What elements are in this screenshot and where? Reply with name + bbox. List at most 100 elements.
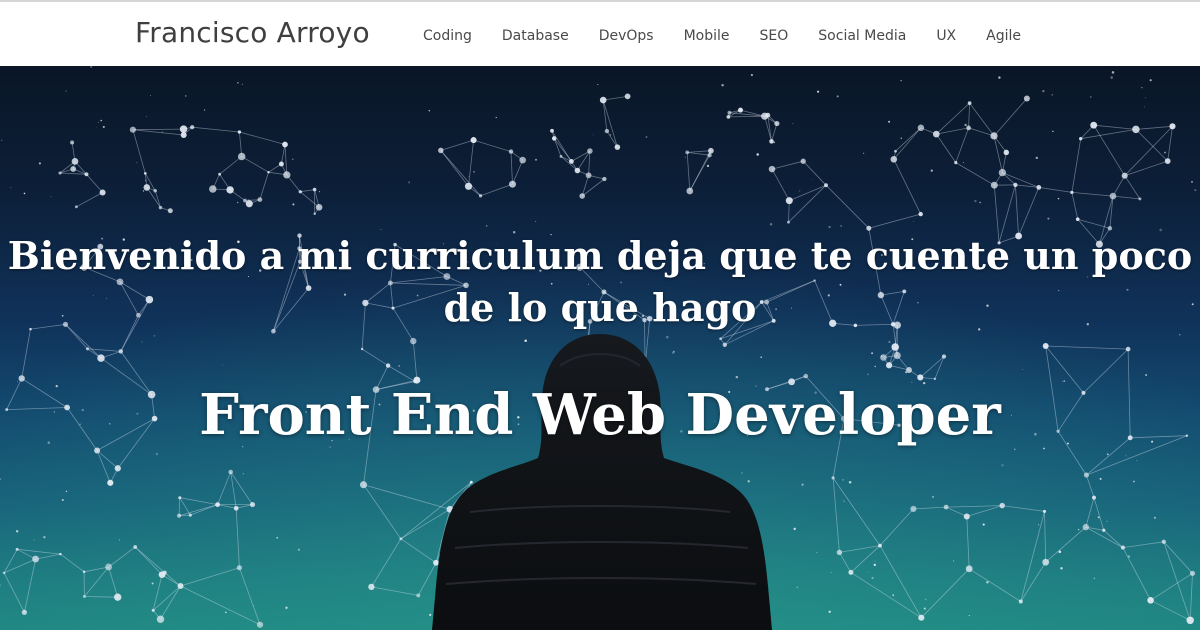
network-node	[1082, 523, 1090, 531]
nav-link-seo[interactable]: SEO	[760, 28, 789, 44]
network-node	[604, 128, 610, 134]
network-node	[599, 96, 607, 104]
nav-link-coding[interactable]: Coding	[423, 28, 472, 44]
star	[979, 201, 981, 204]
network-node	[836, 549, 843, 556]
star	[1143, 106, 1146, 108]
network-node	[800, 158, 806, 164]
network-node	[963, 513, 970, 520]
network-node	[686, 187, 694, 195]
network-node	[738, 107, 743, 113]
star	[23, 192, 26, 195]
star	[155, 452, 159, 456]
star	[184, 95, 187, 97]
network-node	[966, 125, 971, 131]
star	[1099, 477, 1102, 480]
network-node	[585, 172, 592, 179]
network-node	[943, 504, 949, 510]
network-node	[1125, 346, 1131, 352]
star	[792, 123, 794, 125]
network-node	[965, 565, 973, 573]
network-node	[519, 156, 527, 164]
network-node	[880, 354, 887, 361]
star	[986, 581, 989, 584]
star	[1141, 87, 1143, 89]
network-node	[1138, 197, 1142, 201]
network-node	[32, 555, 40, 563]
network-node	[129, 126, 136, 133]
star	[842, 478, 844, 481]
star	[796, 586, 799, 589]
star	[1149, 79, 1152, 82]
star	[1047, 217, 1050, 220]
network-node	[885, 362, 893, 369]
star	[1164, 151, 1166, 154]
star	[141, 341, 143, 343]
network-node	[1083, 472, 1089, 478]
star	[1106, 453, 1109, 456]
network-node	[1164, 158, 1171, 164]
star	[398, 364, 401, 367]
star	[888, 120, 891, 123]
network-node	[769, 139, 774, 144]
network-node	[209, 185, 217, 193]
network-node	[579, 193, 585, 199]
network-node	[58, 171, 62, 175]
network-node	[785, 197, 793, 205]
network-node	[990, 132, 998, 140]
network-node	[1079, 137, 1083, 141]
star	[1038, 524, 1040, 526]
network-node	[399, 537, 403, 541]
star	[142, 190, 145, 192]
nav-item-seo: SEO	[760, 25, 789, 44]
star	[1060, 567, 1063, 570]
star	[848, 481, 852, 484]
nav-link-agile[interactable]: Agile	[986, 28, 1021, 44]
nav-link-ux[interactable]: UX	[936, 28, 956, 44]
nav-link-database[interactable]: Database	[502, 28, 569, 44]
star	[242, 473, 244, 475]
network-node	[179, 125, 188, 133]
star	[65, 490, 68, 493]
star	[65, 90, 67, 92]
star	[90, 66, 93, 68]
network-node	[1075, 217, 1080, 221]
network-node	[768, 165, 776, 173]
network-node	[1147, 597, 1154, 604]
network-node	[312, 187, 317, 192]
star	[836, 95, 839, 98]
star	[292, 158, 294, 161]
network-node	[433, 559, 439, 566]
network-node	[190, 125, 195, 130]
star	[874, 560, 876, 562]
main-nav: Coding Database DevOps Mobile SEO Social…	[408, 2, 1036, 66]
star	[102, 125, 105, 128]
network-node	[967, 101, 972, 105]
nav-link-mobile[interactable]: Mobile	[684, 28, 730, 44]
network-node	[910, 505, 917, 512]
brand-logo-link[interactable]: Francisco Arroyo	[135, 16, 370, 49]
network-node	[1013, 182, 1018, 188]
star	[863, 152, 865, 154]
star	[769, 223, 773, 226]
nav-link-devops[interactable]: DevOps	[599, 28, 654, 44]
star	[1042, 90, 1045, 93]
network-node	[162, 570, 167, 575]
star	[817, 90, 820, 93]
star	[467, 175, 469, 177]
network-node	[1169, 123, 1176, 130]
nav-item-agile: Agile	[986, 25, 1021, 44]
nav-link-social-media[interactable]: Social Media	[818, 28, 906, 44]
network-node	[82, 570, 86, 574]
network-node	[143, 184, 151, 191]
star	[811, 178, 812, 180]
star	[100, 119, 102, 122]
network-node	[153, 189, 157, 193]
network-node	[133, 545, 138, 549]
network-node	[21, 609, 28, 615]
network-node	[1132, 125, 1140, 134]
network-node	[368, 583, 375, 591]
network-node	[84, 172, 89, 177]
network-node	[313, 212, 316, 215]
star	[61, 498, 64, 502]
